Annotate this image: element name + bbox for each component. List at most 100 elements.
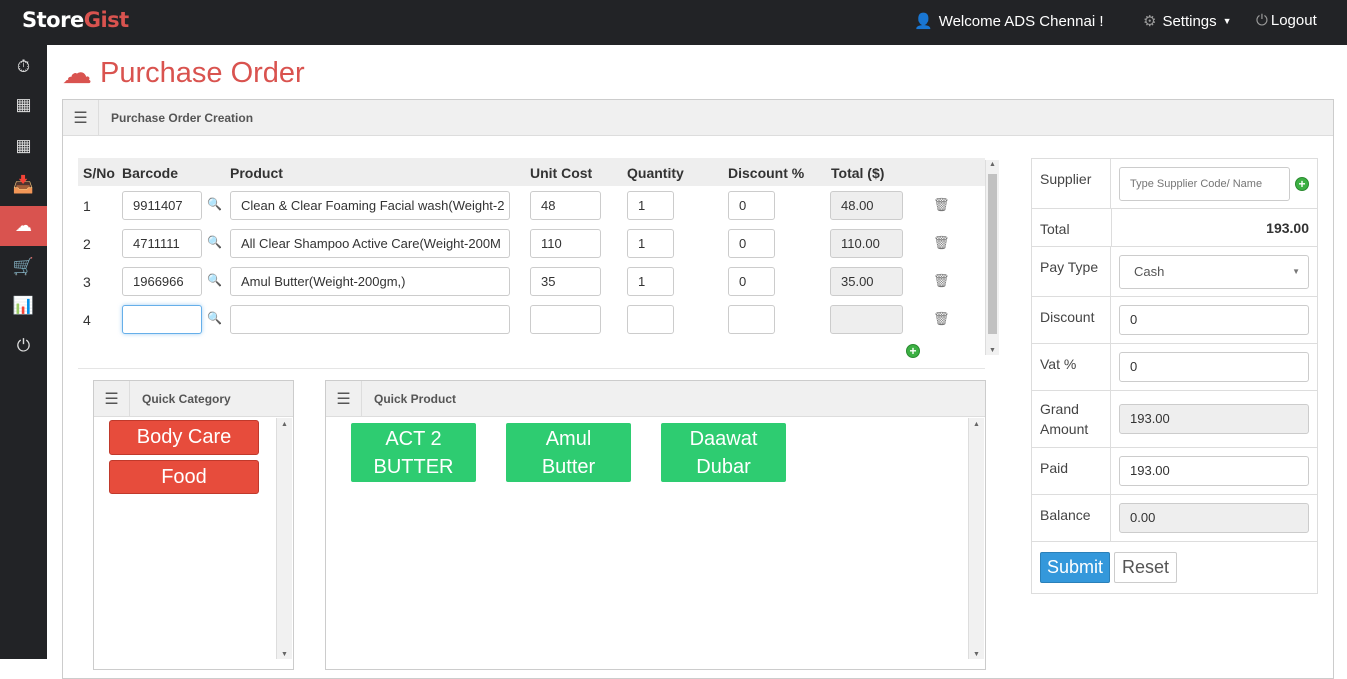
cloud-download-icon: ☁ — [62, 57, 92, 90]
sidebar-item-inbox[interactable]: 📥 — [0, 165, 47, 205]
gear-icon: ⚙ — [1143, 13, 1157, 30]
supplier-row: Supplier+ — [1032, 159, 1317, 209]
row-sno: 2 — [83, 236, 91, 252]
category-scrollbar[interactable]: ▲ ▼ — [276, 418, 292, 659]
unit-cost-input[interactable]: 110 — [530, 229, 601, 258]
bar-chart-icon: 📊 — [12, 296, 35, 315]
grand-amount-row: Grand Amount 193.00 — [1032, 391, 1317, 448]
pay-type-select[interactable]: Cash ▼ — [1119, 254, 1309, 289]
product-button[interactable]: ACT 2 BUTTER — [351, 423, 476, 482]
sidebar-item-reports[interactable]: 📊 — [0, 286, 47, 326]
search-icon[interactable]: 🔍 — [207, 235, 222, 249]
add-row-icon[interactable]: + — [906, 344, 920, 358]
sidebar-item-table-1[interactable]: ▦ — [0, 85, 47, 125]
quantity-input[interactable]: 1 — [627, 267, 674, 296]
product-scrollbar[interactable]: ▲ ▼ — [968, 418, 984, 659]
barcode-input[interactable]: 4711111 — [122, 229, 202, 258]
table-icon: ▦ — [15, 136, 32, 155]
total-field — [830, 305, 903, 334]
sidebar-item-dashboard[interactable]: ⏱ — [0, 47, 47, 87]
settings-dropdown[interactable]: ⚙ Settings ▼ — [1143, 12, 1232, 31]
logout-link[interactable]: ⏻ Logout — [1256, 12, 1317, 29]
trash-icon[interactable]: 🗑 — [933, 311, 950, 327]
logo[interactable]: StoreGist — [22, 8, 129, 32]
balance-row: Balance 0.00 — [1032, 495, 1317, 542]
form-actions: Submit Reset — [1032, 542, 1317, 593]
reset-button[interactable]: Reset — [1114, 552, 1178, 583]
paid-input[interactable]: 193.00 — [1119, 456, 1309, 486]
search-icon[interactable]: 🔍 — [207, 311, 222, 325]
barcode-input[interactable]: 1966966 — [122, 267, 202, 296]
welcome-user: 👤 Welcome ADS Chennai ! — [914, 12, 1104, 31]
dashboard-icon: ⏱ — [16, 57, 31, 76]
discount-input[interactable]: 0 — [1119, 305, 1309, 335]
add-supplier-icon[interactable]: + — [1295, 176, 1309, 191]
category-button[interactable]: Food — [109, 460, 259, 494]
power-icon: ⏻ — [1256, 12, 1268, 29]
category-button[interactable]: Body Care — [109, 420, 259, 455]
product-input[interactable] — [230, 305, 510, 334]
discount-input[interactable]: 0 — [728, 229, 775, 258]
pay-type-row: Pay Type Cash ▼ — [1032, 247, 1317, 297]
page-title: ☁ Purchase Order — [62, 57, 305, 90]
table-scrollbar[interactable]: ▲ ▼ — [985, 160, 999, 355]
total-field: 110.00 — [830, 229, 903, 258]
barcode-input[interactable] — [122, 305, 202, 334]
row-sno: 4 — [83, 312, 91, 328]
discount-row: Discount 0 — [1032, 297, 1317, 344]
balance-field: 0.00 — [1119, 503, 1309, 533]
inbox-icon: 📥 — [12, 175, 35, 194]
header-total: Total ($) — [831, 165, 885, 181]
product-button[interactable]: Daawat Dubar — [661, 423, 786, 482]
unit-cost-input[interactable]: 48 — [530, 191, 601, 220]
discount-input[interactable] — [728, 305, 775, 334]
product-button[interactable]: Amul Butter — [506, 423, 631, 482]
header-product: Product — [230, 165, 283, 181]
supplier-input[interactable] — [1119, 166, 1290, 201]
cloud-download-icon: ☁ — [15, 216, 32, 235]
menu-icon[interactable]: ☰ — [63, 99, 99, 136]
menu-icon[interactable]: ☰ — [94, 380, 130, 417]
search-icon[interactable]: 🔍 — [207, 273, 222, 287]
top-navbar: StoreGist 👤 Welcome ADS Chennai ! ⚙ Settin… — [0, 0, 1347, 45]
quantity-input[interactable]: 1 — [627, 229, 674, 258]
product-input[interactable]: All Clear Shampoo Active Care(Weight-200… — [230, 229, 510, 258]
product-input[interactable]: Amul Butter(Weight-200gm,) — [230, 267, 510, 296]
sidebar-item-table-2[interactable]: ▦ — [0, 126, 47, 166]
search-icon[interactable]: 🔍 — [207, 197, 222, 211]
sidebar-item-power[interactable]: ⏻ — [0, 326, 47, 366]
total-value: 193.00 — [1266, 219, 1309, 236]
quick-product-header: ☰ Quick Product — [326, 380, 985, 417]
grand-amount-field: 193.00 — [1119, 404, 1309, 434]
trash-icon[interactable]: 🗑 — [933, 273, 950, 289]
sidebar: ⏱ ▦ ▦ 📥 ☁ 🛒 📊 ⏻ — [0, 45, 47, 659]
quantity-input[interactable]: 1 — [627, 191, 674, 220]
caret-down-icon: ▼ — [1292, 266, 1300, 276]
unit-cost-input[interactable] — [530, 305, 601, 334]
discount-input[interactable]: 0 — [728, 267, 775, 296]
panel-header: ☰ Purchase Order Creation — [63, 99, 1333, 136]
trash-icon[interactable]: 🗑 — [933, 197, 950, 213]
header-sno: S/No — [83, 165, 115, 181]
barcode-input[interactable]: 9911407 — [122, 191, 202, 220]
sidebar-item-purchase[interactable]: ☁ — [0, 206, 47, 246]
total-field: 35.00 — [830, 267, 903, 296]
order-summary: Supplier+ Total193.00 Pay TypeCash▼ Disc… — [1031, 158, 1318, 594]
divider — [78, 368, 985, 369]
unit-cost-input[interactable]: 35 — [530, 267, 601, 296]
discount-input[interactable]: 0 — [728, 191, 775, 220]
power-icon: ⏻ — [16, 336, 31, 355]
header-discount: Discount % — [728, 165, 805, 181]
quantity-input[interactable] — [627, 305, 674, 334]
caret-down-icon: ▼ — [1222, 16, 1232, 26]
sidebar-item-cart[interactable]: 🛒 — [0, 247, 47, 287]
total-field: 48.00 — [830, 191, 903, 220]
header-quantity: Quantity — [627, 165, 684, 181]
header-barcode: Barcode — [122, 165, 179, 181]
submit-button[interactable]: Submit — [1040, 552, 1111, 583]
menu-icon[interactable]: ☰ — [326, 380, 362, 417]
table-icon: ▦ — [15, 95, 32, 114]
product-input[interactable]: Clean & Clear Foaming Facial wash(Weight… — [230, 191, 510, 220]
vat-input[interactable]: 0 — [1119, 352, 1309, 382]
trash-icon[interactable]: 🗑 — [933, 235, 950, 251]
